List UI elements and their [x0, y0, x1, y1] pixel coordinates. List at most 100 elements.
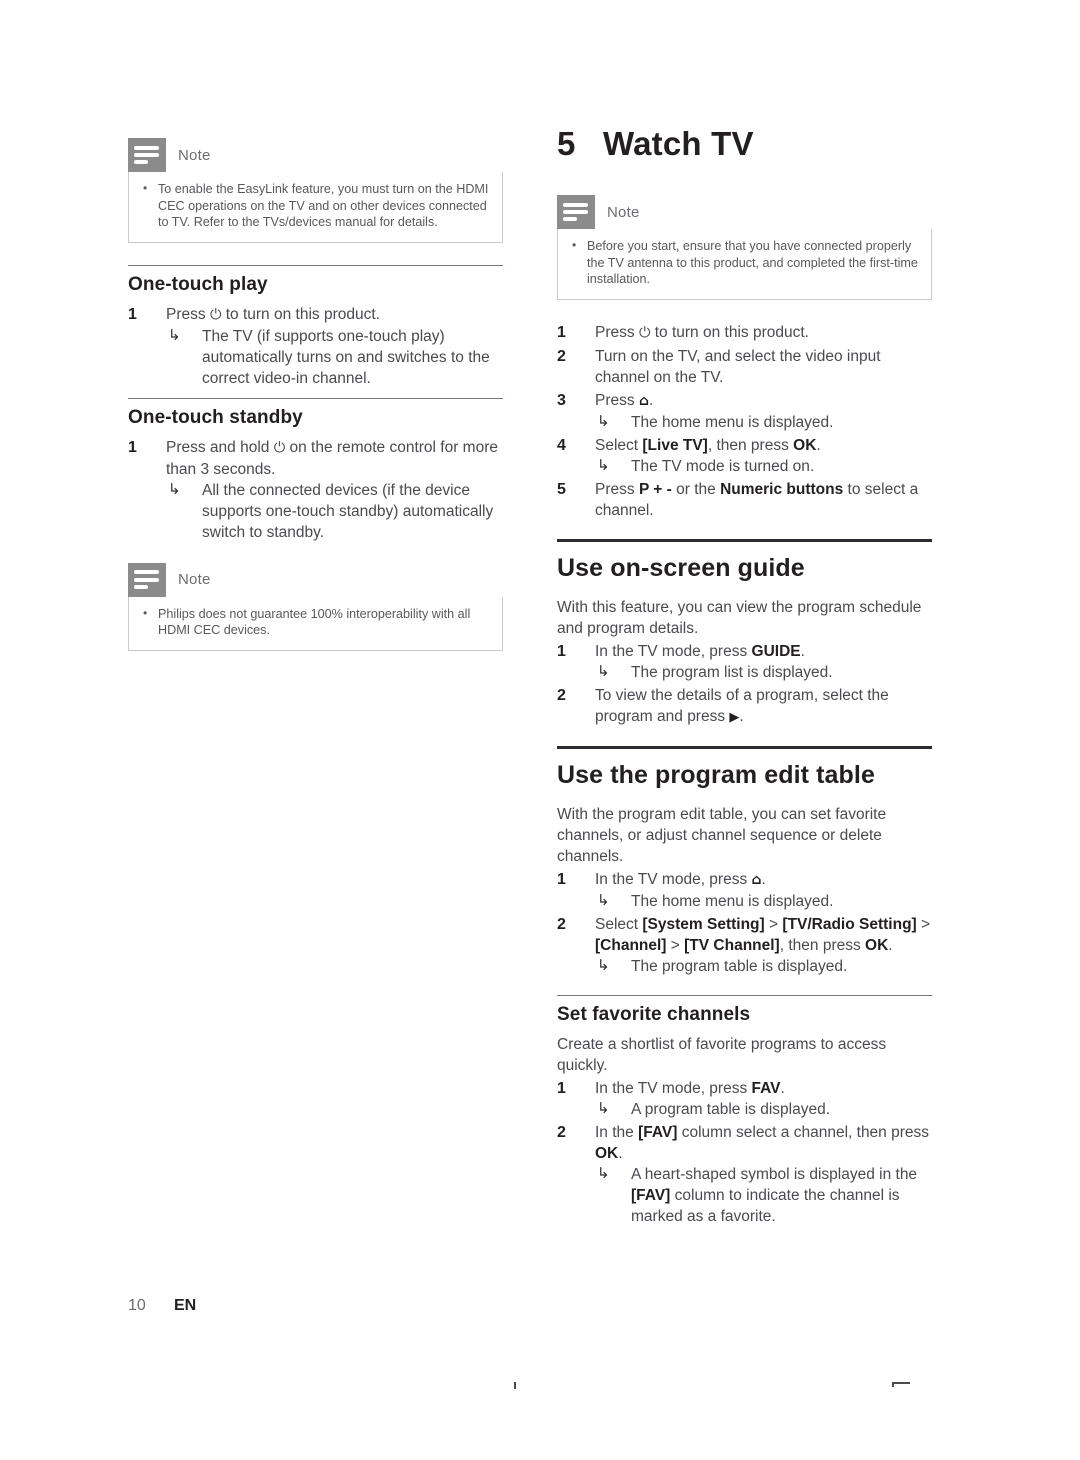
step-number: 1 [557, 870, 566, 888]
step-item: 2 To view the details of a program, sele… [557, 685, 932, 728]
plain-text: column to indicate the channel is marked… [631, 1186, 900, 1225]
note-item: Philips does not guarantee 100% interope… [141, 605, 490, 639]
step-item: 1 In the TV mode, press ⌂. ↳ The home me… [557, 869, 932, 912]
page-footer: 10 EN [128, 1297, 196, 1315]
substep-arrow-icon: ↳ [597, 891, 610, 909]
plain-text: or the [671, 480, 721, 498]
note-box-easylink: Note To enable the EasyLink feature, you… [128, 138, 503, 243]
page-language: EN [174, 1297, 197, 1314]
step-text: Press ⌂. [595, 391, 654, 409]
plain-text: In the TV mode, press [595, 1079, 752, 1097]
step-text: In the TV mode, press ⌂. [595, 870, 766, 888]
plain-text: . [780, 1079, 785, 1097]
steps-program-edit-table: 1 In the TV mode, press ⌂. ↳ The home me… [557, 869, 932, 977]
substep-text: The program list is displayed. [631, 663, 833, 681]
emphasis-text: [TV/Radio Setting] [782, 915, 917, 933]
step-text: Press ⏻ to turn on this product. [595, 323, 809, 341]
emphasis-text: [TV Channel] [684, 936, 780, 954]
plain-text: column select a channel, then press [677, 1123, 930, 1141]
plain-text: Select [595, 915, 643, 933]
chapter-name: Watch TV [603, 125, 754, 162]
substep-arrow-icon: ↳ [597, 456, 610, 474]
step-item: 1 In the TV mode, press GUIDE. ↳ The pro… [557, 641, 932, 683]
substep-item: ↳ A program table is displayed. [595, 1099, 932, 1120]
section-rule [128, 397, 503, 399]
note-box-interoperability: Note Philips does not guarantee 100% int… [128, 562, 503, 651]
heading-program-edit-table: Use the program edit table [557, 760, 875, 789]
play-right-icon: ▶ [729, 709, 740, 725]
step-item: 3 Press ⌂. ↳ The home menu is displayed. [557, 390, 932, 433]
step-item: 2 In the [FAV] column select a channel, … [557, 1122, 932, 1227]
note-title: Note [178, 146, 211, 164]
substep-arrow-icon: ↳ [597, 662, 610, 680]
substeps: ↳ The home menu is displayed. [595, 891, 932, 912]
note-item: To enable the EasyLink feature, you must… [141, 180, 490, 231]
note-header: Note [128, 562, 503, 597]
plain-text: In the TV mode, press [595, 642, 752, 660]
section-rule-major [557, 538, 932, 542]
emphasis-text: [Channel] [595, 936, 667, 954]
plain-text: Press [595, 480, 639, 498]
steps-one-touch-play: 1 Press ⏻ to turn on this product. ↳ The… [128, 304, 503, 389]
substeps: ↳ The home menu is displayed. [595, 412, 932, 433]
step-text: Press ⏻ to turn on this product. [166, 305, 380, 323]
substep-arrow-icon: ↳ [168, 326, 181, 344]
step-number: 1 [128, 438, 137, 456]
steps-on-screen-guide: 1 In the TV mode, press GUIDE. ↳ The pro… [557, 641, 932, 728]
substep-text: The home menu is displayed. [631, 892, 834, 910]
left-column: Note To enable the EasyLink feature, you… [128, 138, 503, 673]
substep-item: ↳ The program list is displayed. [595, 662, 932, 683]
home-icon: ⌂ [638, 392, 649, 409]
note-title: Note [178, 571, 211, 588]
plain-text: , then press [707, 436, 794, 454]
substep-text: A program table is displayed. [631, 1100, 831, 1118]
step-number: 1 [557, 323, 566, 341]
power-icon: ⏻ [273, 439, 286, 456]
step-number: 2 [557, 915, 566, 933]
step-text: Turn on the TV, and select the video inp… [595, 347, 881, 386]
right-column: 5 Watch TV Note Before you start, ensure… [557, 125, 932, 1229]
step-text: Select [System Setting] > [TV/Radio Sett… [595, 916, 930, 954]
intro-paragraph: With this feature, you can view the prog… [557, 598, 922, 637]
note-title: Note [607, 203, 640, 221]
emphasis-text: OK [793, 436, 817, 454]
crop-mark-tick [892, 1382, 894, 1387]
substeps: ↳ The TV (if supports one-touch play) au… [166, 326, 503, 389]
substep-arrow-icon: ↳ [597, 956, 610, 974]
step-text: Press P + - or the Numeric buttons to se… [595, 481, 918, 519]
step-text: In the TV mode, press GUIDE. [595, 643, 805, 660]
emphasis-text: P + - [638, 480, 672, 498]
plain-text: > [666, 936, 685, 954]
note-box-before-start: Note Before you start, ensure that you h… [557, 195, 932, 300]
substep-text: The TV (if supports one-touch play) auto… [202, 327, 490, 387]
intro-paragraph: With the program edit table, you can set… [557, 805, 887, 865]
substep-item: ↳ The TV (if supports one-touch play) au… [166, 326, 503, 389]
step-item: 5 Press P + - or the Numeric buttons to … [557, 479, 932, 521]
step-item: 2 Turn on the TV, and select the video i… [557, 346, 932, 388]
power-icon: ⏻ [209, 306, 222, 323]
emphasis-text: Numeric buttons [720, 480, 844, 498]
note-icon [128, 138, 166, 172]
substep-item: ↳ All the connected devices (if the devi… [166, 480, 503, 543]
chapter-title: 5 Watch TV [557, 125, 932, 163]
substep-item: ↳ The home menu is displayed. [595, 412, 932, 433]
heading-on-screen-guide: Use on-screen guide [557, 553, 805, 582]
plain-text: > [764, 915, 783, 933]
step-number: 2 [557, 1123, 566, 1141]
substep-item: ↳ The TV mode is turned on. [595, 456, 932, 477]
note-header: Note [128, 138, 503, 172]
substep-text: The home menu is displayed. [631, 413, 834, 431]
emphasis-text: [Live TV] [642, 436, 708, 454]
substep-text: A heart-shaped symbol is displayed in th… [631, 1166, 917, 1225]
step-number: 2 [557, 686, 566, 704]
heading-set-favorite-channels: Set favorite channels [557, 1003, 751, 1025]
substep-text: The program table is displayed. [631, 957, 848, 975]
intro-paragraph: Create a shortlist of favorite programs … [557, 1035, 887, 1074]
emphasis-text: GUIDE [751, 642, 801, 660]
crop-mark [892, 1382, 910, 1384]
registration-mark [514, 1382, 516, 1389]
step-item: 4 Select [Live TV], then press OK. ↳ The… [557, 435, 932, 477]
step-text: In the [FAV] column select a channel, th… [595, 1124, 929, 1162]
